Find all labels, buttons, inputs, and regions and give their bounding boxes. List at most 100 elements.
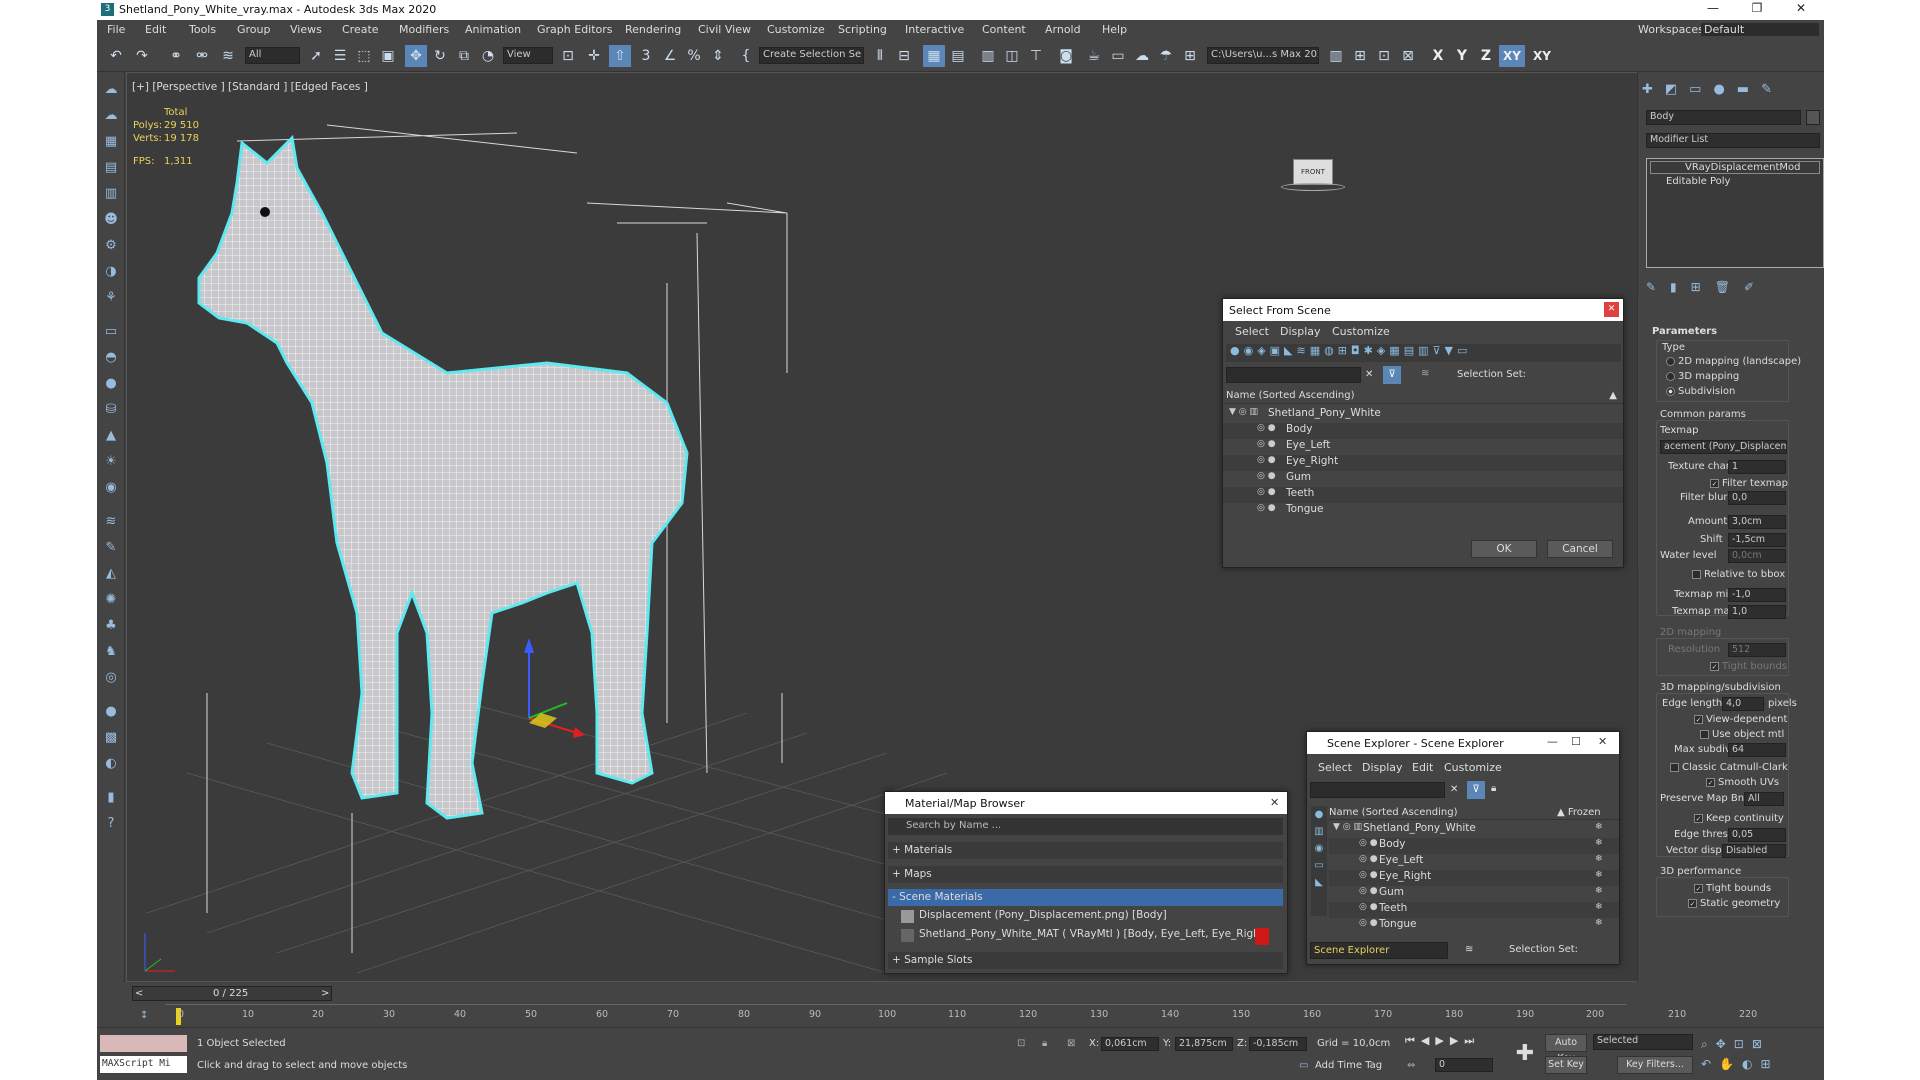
cylinder-icon[interactable]: ⛁ <box>101 400 121 420</box>
percent-snap-icon[interactable]: % <box>683 45 705 67</box>
pony-model[interactable] <box>197 134 689 820</box>
rect-selection-icon[interactable]: ⬚ <box>353 45 375 67</box>
create-icon[interactable]: ☁ <box>101 80 121 100</box>
explorer-row-gum[interactable]: ◎ ● Gum ❄ <box>1329 886 1619 902</box>
cone-icon[interactable]: ▲ <box>101 426 121 446</box>
ribbon-icon[interactable]: ▥ <box>977 45 999 67</box>
use-object-mtl-checkbox[interactable]: Use object mtl <box>1700 729 1784 740</box>
explorer-maximize-button[interactable]: ☐ <box>1571 735 1581 748</box>
select-rotate-icon[interactable]: ↻ <box>429 45 451 67</box>
edit-named-sel-icon[interactable]: { <box>735 45 757 67</box>
select-dialog-menu-customize[interactable]: Customize <box>1332 325 1390 338</box>
curve-editor-icon[interactable]: ◫ <box>1001 45 1023 67</box>
command-panel-tabs[interactable]: ✚◩▭●▬✎ <box>1642 82 1822 98</box>
menu-civil-view[interactable]: Civil View <box>698 23 751 36</box>
viewcube-ring[interactable] <box>1281 183 1345 191</box>
edge-length-spinner[interactable]: 4,0 <box>1722 697 1764 711</box>
texmap-max-spinner[interactable]: 1,0 <box>1728 605 1786 619</box>
preserve-map-dropdown[interactable]: All <box>1744 792 1784 806</box>
time-tag-icon[interactable]: ▭ <box>1299 1060 1308 1071</box>
texture-icon[interactable]: ▩ <box>101 728 121 748</box>
select-dialog-filter-toolbar[interactable]: ●◉◈▣◣≋▦◍⊞◘✱◈▦▤▥⊽▼▭ <box>1226 344 1621 362</box>
mesh-icon[interactable]: ◭ <box>101 564 121 584</box>
place-icon[interactable]: ◔ <box>477 45 499 67</box>
radio-2d-mapping[interactable]: 2D mapping (landscape) <box>1666 356 1801 367</box>
section-scene-materials[interactable]: - Scene Materials <box>888 889 1283 906</box>
plane-icon[interactable]: ▭ <box>101 322 121 342</box>
select-dialog-clear-icon[interactable]: ✕ <box>1365 369 1373 380</box>
x-coord-field[interactable]: 0,061cm <box>1101 1037 1159 1051</box>
catmull-clark-checkbox[interactable]: Classic Catmull-Clark <box>1670 762 1788 773</box>
texture-chan-spinner[interactable]: 1 <box>1728 460 1786 474</box>
project-path-dropdown[interactable]: C:\Users\u...s Max 2020 <box>1207 47 1319 64</box>
key-mode-icon[interactable]: ⇔ <box>1407 1060 1415 1071</box>
align-icon[interactable]: ⊟ <box>893 45 915 67</box>
animated-icon[interactable]: ⚘ <box>101 288 121 308</box>
explorer-row-tongue[interactable]: ◎ ● Tongue ❄ <box>1329 918 1619 934</box>
cameras-icon[interactable]: ▤ <box>101 158 121 178</box>
axis-z-button[interactable]: Z <box>1475 45 1497 67</box>
vector-displ-dropdown[interactable]: Disabled <box>1722 844 1786 858</box>
rendered-frame-icon[interactable]: ▭ <box>1107 45 1129 67</box>
undo-icon[interactable]: ↶ <box>105 45 127 67</box>
object-color-swatch[interactable] <box>1806 110 1820 125</box>
explorer-row-body[interactable]: ◎ ● Body ❄ <box>1329 838 1619 854</box>
systems-icon[interactable]: ⚙ <box>101 236 121 256</box>
open-scene-icon[interactable]: ⊡ <box>1373 45 1395 67</box>
filter-blur-spinner[interactable]: 0,0 <box>1728 491 1786 505</box>
explorer-row-eye-right[interactable]: ◎ ● Eye_Right ❄ <box>1329 870 1619 886</box>
select-dialog-menu-display[interactable]: Display <box>1280 325 1321 338</box>
dome-icon[interactable]: ◓ <box>101 348 121 368</box>
z-coord-field[interactable]: -0,185cm <box>1249 1037 1307 1051</box>
viewport-navigation-controls[interactable]: ⌕✥⊡⊠ ↶✋◐⊞ <box>1701 1034 1821 1074</box>
axis-y-button[interactable]: Y <box>1451 45 1473 67</box>
workspace-dropdown[interactable]: Default <box>1701 23 1819 36</box>
amount-spinner[interactable]: 3,0cm <box>1728 515 1786 529</box>
edge-thresh-spinner[interactable]: 0,05 <box>1728 828 1786 842</box>
max-subdivs-spinner[interactable]: 64 <box>1728 743 1786 757</box>
material-ball-icon[interactable]: ● <box>101 702 121 722</box>
section-materials[interactable]: + Materials <box>888 842 1283 859</box>
snap-toggle-icon[interactable]: 3 <box>635 45 657 67</box>
explorer-row-teeth[interactable]: ◎ ● Teeth ❄ <box>1329 902 1619 918</box>
ok-button[interactable]: OK <box>1471 540 1537 558</box>
view-dependent-checkbox[interactable]: ✓ View-dependent <box>1694 714 1787 725</box>
set-key-big-icon[interactable]: ✚ <box>1511 1040 1539 1068</box>
unlink-icon[interactable]: ⚮ <box>191 45 213 67</box>
viewcube[interactable]: FRONT <box>1293 159 1333 185</box>
explorer-side-toolbar[interactable]: ● ▥ ◉ ▭ ◣ <box>1311 806 1327 916</box>
keyboard-shortcut-icon[interactable]: ⇧ <box>609 45 631 67</box>
wood-icon[interactable]: ◎ <box>101 668 121 688</box>
explorer-row-eye-left[interactable]: ◎ ● Eye_Left ❄ <box>1329 854 1619 870</box>
static-geometry-checkbox[interactable]: ✓ Static geometry <box>1688 898 1780 909</box>
select-dialog-row-eye-right[interactable]: ◎ ● Eye_Right <box>1223 455 1623 471</box>
axis-xy-button[interactable]: XY <box>1499 45 1525 67</box>
ref-coord-dropdown[interactable]: View <box>503 47 553 64</box>
menu-create[interactable]: Create <box>342 23 379 36</box>
explorer-menu-select[interactable]: Select <box>1318 761 1352 774</box>
minimize-button[interactable]: — <box>1693 1 1733 19</box>
menu-content[interactable]: Content <box>982 23 1026 36</box>
helpers-icon[interactable]: ▥ <box>101 184 121 204</box>
explorer-layers-icon[interactable]: ≋ <box>1465 944 1473 955</box>
fx-icon[interactable]: ✺ <box>101 590 121 610</box>
vray-icon[interactable]: ◐ <box>101 754 121 774</box>
select-move-icon[interactable]: ✥ <box>405 45 427 67</box>
menu-graph-editors[interactable]: Graph Editors <box>537 23 613 36</box>
select-dialog-funnel-icon[interactable]: ⊽ <box>1383 366 1401 384</box>
explorer-search-input[interactable] <box>1310 782 1445 798</box>
y-coord-field[interactable]: 21,875cm <box>1175 1037 1233 1051</box>
menu-rendering[interactable]: Rendering <box>625 23 681 36</box>
section-maps[interactable]: + Maps <box>888 866 1283 883</box>
axis-x-button[interactable]: X <box>1427 45 1449 67</box>
stack-toolbar[interactable]: ✎▮⊞🗑︎✐ <box>1646 280 1824 296</box>
toggle-icon[interactable]: ▮ <box>101 788 121 808</box>
select-object-icon[interactable]: ➚ <box>305 45 327 67</box>
material-displacement-row[interactable]: Displacement (Pony_Displacement.png) [Bo… <box>899 909 1269 926</box>
bind-spacewarp-icon[interactable]: ≋ <box>217 45 239 67</box>
select-dialog-layers-icon[interactable]: ≋ <box>1421 368 1429 379</box>
object-name-field[interactable]: Body <box>1646 110 1801 125</box>
material-browser-close-button[interactable]: ✕ <box>1270 796 1279 809</box>
select-dialog-row-body[interactable]: ◎ ● Body <box>1223 423 1623 439</box>
auto-key-button[interactable]: Auto Key <box>1545 1034 1587 1064</box>
